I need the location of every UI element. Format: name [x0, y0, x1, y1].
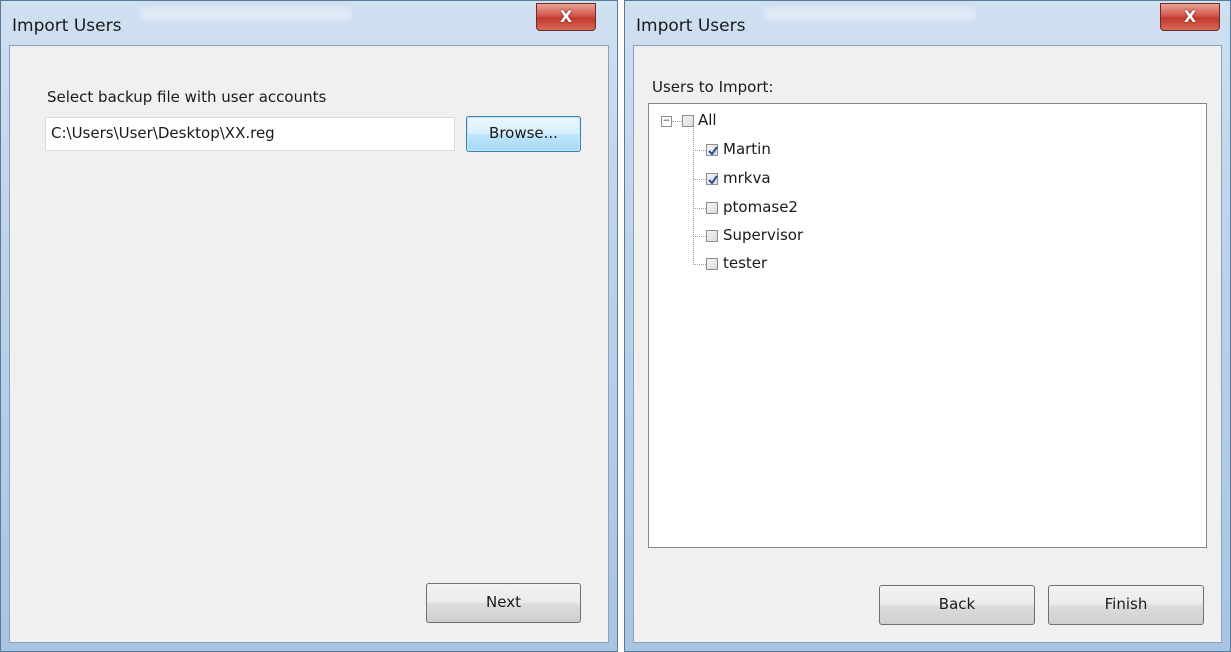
window-title: Import Users	[12, 16, 122, 36]
close-button[interactable]: X	[536, 3, 596, 31]
tree-node-user[interactable]: Martin	[649, 140, 849, 162]
close-icon: X	[1183, 7, 1197, 26]
dialog-body: Users to Import: − All Martin mrkva ptom…	[633, 45, 1222, 643]
tree-node-user[interactable]: tester	[649, 254, 849, 276]
title-bar-glass	[765, 7, 975, 21]
tree-node-label: ptomase2	[723, 198, 798, 216]
close-icon: X	[559, 7, 573, 26]
tree-node-user[interactable]: ptomase2	[649, 198, 849, 220]
tree-node-all[interactable]: − All	[649, 111, 849, 133]
checkbox-user-checked[interactable]	[706, 144, 718, 156]
checkbox-user[interactable]	[706, 258, 718, 270]
tree-node-label: All	[698, 111, 717, 129]
tree-node-user[interactable]: Supervisor	[649, 226, 849, 248]
checkbox-all[interactable]	[682, 115, 694, 127]
title-bar[interactable]: Import Users X	[625, 1, 1230, 45]
close-button[interactable]: X	[1160, 3, 1220, 31]
import-users-window-step2: Import Users X Users to Import: − All Ma…	[624, 0, 1231, 652]
file-path-value: C:\Users\User\Desktop\XX.reg	[51, 124, 275, 142]
checkmark-icon	[708, 146, 718, 156]
next-button[interactable]: Next	[426, 583, 581, 623]
browse-button[interactable]: Browse...	[466, 116, 581, 152]
dialog-body: Select backup file with user accounts C:…	[9, 45, 609, 643]
title-bar[interactable]: Import Users X	[1, 1, 617, 45]
back-button[interactable]: Back	[879, 585, 1035, 625]
checkbox-user[interactable]	[706, 230, 718, 242]
file-path-input[interactable]: C:\Users\User\Desktop\XX.reg	[45, 117, 455, 151]
checkmark-icon	[708, 175, 718, 185]
checkbox-user-checked[interactable]	[706, 173, 718, 185]
checkbox-user[interactable]	[706, 202, 718, 214]
tree-node-user[interactable]: mrkva	[649, 169, 849, 191]
select-file-prompt: Select backup file with user accounts	[47, 88, 327, 106]
window-title: Import Users	[636, 16, 746, 36]
title-bar-glass	[141, 7, 351, 21]
import-users-window-step1: Import Users X Select backup file with u…	[0, 0, 618, 652]
tree-node-label: mrkva	[723, 169, 771, 187]
tree-node-label: Martin	[723, 140, 771, 158]
users-to-import-label: Users to Import:	[652, 78, 774, 96]
tree-node-label: tester	[723, 254, 768, 272]
tree-node-label: Supervisor	[723, 226, 804, 244]
minus-box-icon[interactable]: −	[661, 116, 672, 127]
users-tree[interactable]: − All Martin mrkva ptomase2 Supervisor t…	[648, 103, 1207, 548]
finish-button[interactable]: Finish	[1048, 585, 1204, 625]
